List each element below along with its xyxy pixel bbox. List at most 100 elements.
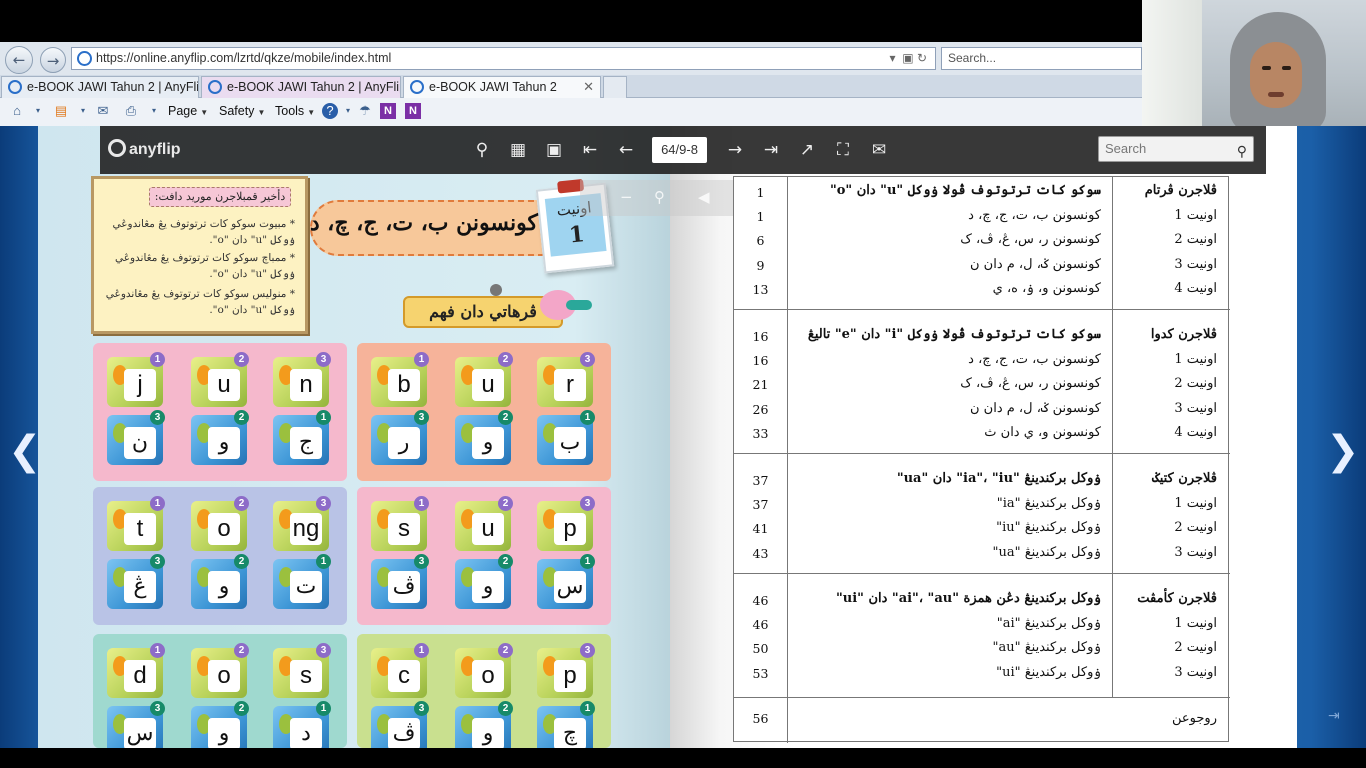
fullscreen-icon[interactable]: ⛶ (832, 139, 854, 161)
tab-3-active[interactable]: e-BOOK JAWI Tahun 2 ✕ (403, 76, 601, 98)
new-tab-button[interactable] (603, 76, 627, 98)
rumi-letter-cube: o2 (191, 643, 249, 698)
screen: ← → https://online.anyflip.com/lzrtd/qkz… (0, 0, 1366, 768)
toc-unit-text: ۏوكل بركندينڠ "iu" (996, 520, 1101, 535)
order-badge: 3 (150, 701, 165, 716)
tab-1[interactable]: e-BOOK JAWI Tahun 2 | AnyFlip (1, 76, 199, 98)
prev-icon[interactable]: ◀ (698, 188, 710, 206)
toc-unit-label: اونيت 2 (1174, 232, 1217, 247)
ie-tab-icon (410, 80, 424, 94)
book-search-placeholder: Search (1105, 141, 1147, 156)
home-dropdown-icon[interactable]: ▾ (30, 103, 46, 119)
help-dropdown-icon[interactable]: ▾ (340, 103, 356, 119)
share-icon[interactable]: ↗ (796, 139, 818, 161)
chevron-down-icon: ▼ (307, 108, 316, 117)
last-page-small-icon[interactable]: ⇥ (1328, 708, 1340, 724)
order-badge: 3 (316, 352, 331, 367)
webcam-mouth (1268, 92, 1284, 97)
single-page-icon[interactable]: ▣ (543, 139, 565, 161)
order-badge: 3 (580, 496, 595, 511)
cube-letter: o (472, 660, 504, 692)
page-number-input[interactable]: 64/9-8 (652, 137, 707, 163)
anyflip-logo-text: anyflip (129, 141, 181, 158)
mail-icon[interactable]: ✉ (95, 103, 111, 119)
learning-objectives-note: دأخير قمبلاجرن موريد دافت: * مبيوت سوكو … (91, 176, 308, 334)
webcam-overlay (1142, 0, 1366, 126)
refresh-icon[interactable]: ↻ (917, 51, 927, 65)
address-bar-icons[interactable]: ▾ ▣ ↻ (890, 48, 927, 69)
dropdown-icon[interactable]: ▾ (890, 51, 896, 65)
rumi-letter-cube: u2 (455, 496, 513, 551)
previous-page-arrow-icon[interactable]: ❮ (8, 431, 42, 471)
onenote-linked-icon[interactable]: N (405, 103, 421, 119)
toc-page-number: 41 (752, 521, 769, 536)
microphone-icon (490, 284, 502, 296)
unit-title: كونسونن ب، ت، ج، چ، د (309, 210, 538, 236)
toc-unit-label: اونيت 3 (1174, 256, 1217, 272)
cube-letter: j (124, 369, 156, 401)
home-icon[interactable]: ⌂ (9, 103, 25, 119)
close-tab-icon[interactable]: ✕ (583, 77, 594, 97)
tab-2[interactable]: e-BOOK JAWI Tahun 2 | AnyFlip (201, 76, 401, 98)
order-badge: 1 (316, 554, 331, 569)
cube-letter: b (388, 369, 420, 401)
order-badge: 2 (234, 496, 249, 511)
zoom-out-icon[interactable]: ⚲ (471, 139, 493, 161)
help-icon[interactable]: ? (322, 103, 338, 119)
cube-letter: ب (554, 427, 586, 459)
jawi-letter-cube: ت1 (273, 554, 331, 609)
order-badge: 3 (316, 496, 331, 511)
cube-letter: u (472, 513, 504, 545)
rumi-letter-cube: n3 (273, 352, 331, 407)
toc-unit-label: اونيت 2 (1174, 520, 1217, 535)
tools-menu[interactable]: Tools ▼ (275, 104, 315, 118)
command-bar: ⌂ ▾ ▤ ▾ ✉ ⎙ ▾ Page ▼ Safety ▼ Tools ▼ ? ▾ ☂… (0, 98, 1142, 126)
cube-letter: ڠ (124, 571, 156, 603)
back-button[interactable]: ← (5, 46, 33, 74)
back-arrow-icon: ← (12, 51, 26, 69)
toc-page-number: 9 (756, 257, 765, 273)
page-menu[interactable]: Page ▼ (168, 104, 208, 118)
next-page-arrow-icon[interactable]: ❯ (1326, 431, 1360, 471)
address-bar[interactable]: https://online.anyflip.com/lzrtd/qkze/mo… (71, 47, 936, 70)
search-icon[interactable]: ⚲ (1237, 139, 1247, 163)
thumbnails-icon[interactable]: ▦ (507, 139, 529, 161)
webcam-person-face (1250, 42, 1302, 108)
ie-site-icon (77, 51, 92, 66)
next-page-icon[interactable]: → (724, 139, 746, 161)
tab-bar: e-BOOK JAWI Tahun 2 | AnyFlip e-BOOK JAW… (0, 75, 1142, 98)
browser-search-input[interactable]: Search... (941, 47, 1142, 70)
onenote-icon[interactable]: N (380, 103, 396, 119)
print-icon[interactable]: ⎙ (123, 103, 139, 119)
toc-section-heading: سوكو كات ترتوتوف ڤولا ۏوكل "i" دان "e" ت… (807, 327, 1101, 342)
rss-feed-icon[interactable]: ▤ (53, 103, 69, 119)
first-page-icon[interactable]: ⇤ (579, 139, 601, 161)
zoom-out-icon[interactable]: − (620, 188, 633, 206)
cube-letter: و (472, 718, 504, 750)
safety-menu[interactable]: Safety ▼ (219, 104, 265, 118)
forward-button[interactable]: → (40, 47, 66, 73)
email-icon[interactable]: ✉ (868, 139, 890, 161)
toc-unit-text: كونسونن ر، س، ڠ، ڤ، ک (960, 376, 1101, 391)
research-icon[interactable]: ☂ (357, 103, 373, 119)
book-search-input[interactable]: Search ⚲ (1098, 136, 1254, 162)
rumi-letter-cube: o2 (191, 496, 249, 551)
lock-icon[interactable]: ▣ (902, 51, 913, 65)
toc-page-number: 16 (752, 329, 769, 344)
toc-unit-text: كونسونن ب، ت، ج، چ، د (968, 351, 1101, 367)
order-badge: 2 (498, 410, 513, 425)
url-text: https://online.anyflip.com/lzrtd/qkze/mo… (96, 51, 392, 65)
note-line: * منوليس سوكو كات ترتوتوف يڠ مڠاندوڠي (105, 288, 295, 300)
toc-row-divider (734, 697, 1230, 698)
order-badge: 2 (234, 410, 249, 425)
cube-letter: u (208, 369, 240, 401)
print-dropdown-icon[interactable]: ▾ (146, 103, 162, 119)
order-badge: 3 (414, 701, 429, 716)
previous-page-icon[interactable]: ← (615, 139, 637, 161)
last-page-icon[interactable]: ⇥ (760, 139, 782, 161)
toc-unit-text: ۏوكل بركندينڠ "ui" (996, 664, 1101, 680)
unit-number: 1 (567, 221, 586, 249)
zoom-icon[interactable]: ⚲ (654, 188, 665, 206)
feed-dropdown-icon[interactable]: ▾ (75, 103, 91, 119)
cube-letter: چ (554, 718, 586, 750)
